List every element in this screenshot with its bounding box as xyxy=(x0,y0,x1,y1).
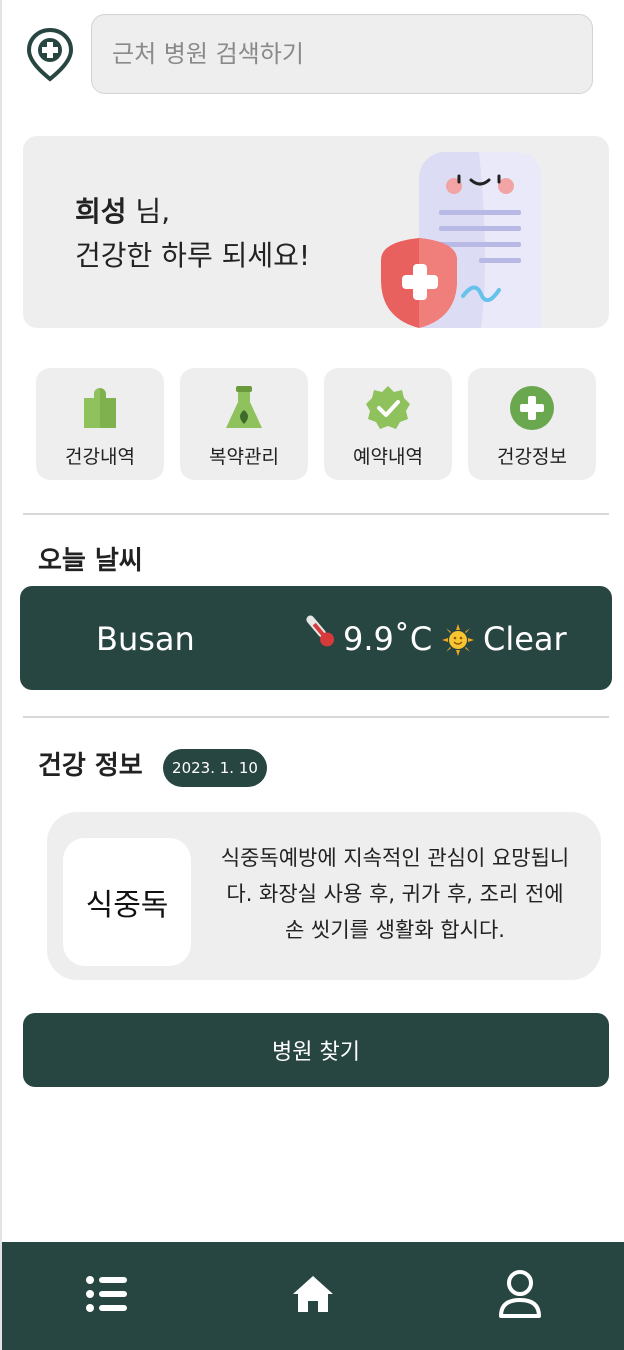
list-icon xyxy=(85,1275,127,1317)
weather-temperature: 9.9˚C xyxy=(343,620,433,658)
greeting-message: 건강한 하루 되세요! xyxy=(75,239,311,272)
search-input[interactable] xyxy=(112,40,592,68)
user-name: 희성 xyxy=(75,195,127,228)
weather-section-title: 오늘 날씨 xyxy=(38,546,143,576)
flask-icon xyxy=(220,384,268,432)
plus-circle-icon xyxy=(508,384,556,432)
nav-menu[interactable] xyxy=(66,1256,146,1336)
quick-item-label: 복약관리 xyxy=(209,446,279,468)
bottom-nav xyxy=(2,1242,624,1350)
top-bar xyxy=(2,0,624,110)
quick-item-health-info[interactable]: 건강정보 xyxy=(468,368,596,480)
health-info-section-title: 건강 정보 xyxy=(38,751,143,781)
quick-item-label: 건강내역 xyxy=(65,446,135,468)
greeting-card: 희성 님, 건강한 하루 되세요! xyxy=(23,136,609,328)
health-info-text: 식중독예방에 지속적인 관심이 요망됩니다. 화장실 사용 후, 귀가 후, 조… xyxy=(220,846,570,942)
greeting-suffix: 님, xyxy=(126,195,171,228)
search-box[interactable] xyxy=(91,14,593,94)
nav-home[interactable] xyxy=(273,1256,353,1336)
health-document-illustration xyxy=(379,150,549,328)
weather-city: Busan xyxy=(96,620,195,658)
weather-card: Busan 9.9˚C Clear xyxy=(20,586,612,690)
home-icon xyxy=(291,1274,335,1318)
nav-profile[interactable] xyxy=(480,1256,560,1336)
quick-item-label: 건강정보 xyxy=(497,446,567,468)
puzzle-icon xyxy=(76,384,124,432)
divider xyxy=(23,513,609,515)
check-badge-icon xyxy=(364,384,412,432)
sun-icon xyxy=(442,624,474,656)
user-icon xyxy=(498,1269,542,1323)
hospital-location-icon[interactable] xyxy=(24,26,76,82)
thermometer-icon xyxy=(303,612,337,650)
quick-item-label: 예약내역 xyxy=(353,446,423,468)
date-badge: 2023. 1. 10 xyxy=(163,749,267,787)
health-info-topic: 식중독 xyxy=(63,838,191,966)
divider xyxy=(23,716,609,718)
weather-condition: Clear xyxy=(483,620,567,658)
quick-menu: 건강내역 복약관리 예약내역 건강정보 xyxy=(36,368,596,480)
greeting-text: 희성 님, 건강한 하루 되세요! xyxy=(75,190,310,278)
find-hospital-button[interactable]: 병원 찾기 xyxy=(23,1013,609,1087)
quick-item-health-history[interactable]: 건강내역 xyxy=(36,368,164,480)
quick-item-medication[interactable]: 복약관리 xyxy=(180,368,308,480)
health-info-card[interactable]: 식중독 식중독예방에 지속적인 관심이 요망됩니다. 화장실 사용 후, 귀가 … xyxy=(47,812,601,980)
quick-item-reservations[interactable]: 예약내역 xyxy=(324,368,452,480)
